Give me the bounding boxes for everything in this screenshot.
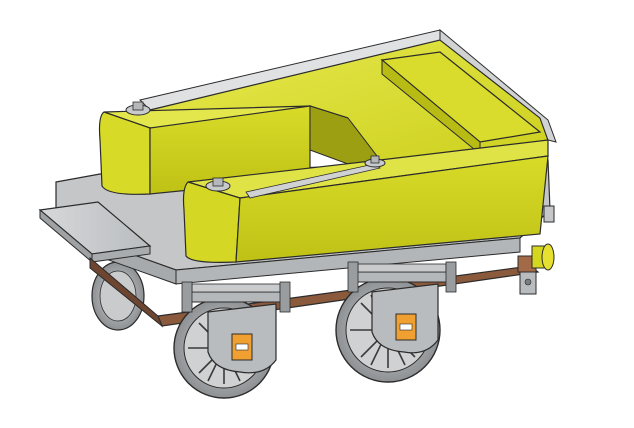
tender-model-drawing xyxy=(38,28,557,399)
axle-guard-front xyxy=(371,283,439,354)
cad-viewport xyxy=(0,0,634,428)
axle-guard-rear xyxy=(207,303,277,374)
corner-bracket xyxy=(519,271,537,295)
